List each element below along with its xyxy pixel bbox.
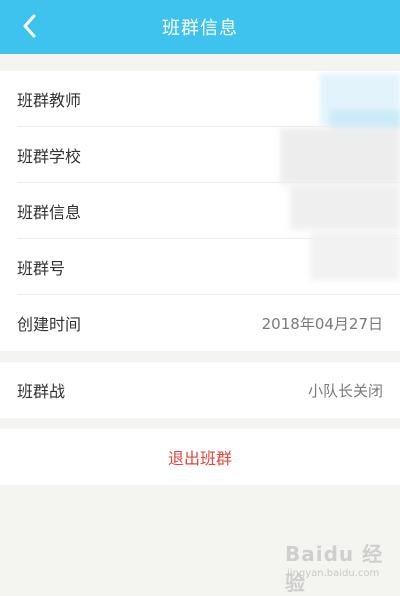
row-value: 2018年04月27日 [261, 314, 383, 333]
info-group: 班群教师 班群学校 班群信息 班群号 创建时间 2018年04月27日 [0, 71, 400, 351]
row-info[interactable]: 班群信息 [0, 183, 400, 239]
row-school[interactable]: 班群学校 [0, 127, 400, 183]
row-label: 创建时间 [17, 315, 82, 334]
exit-group: 退出班群 [0, 429, 400, 485]
row-group-number[interactable]: 班群号 [0, 239, 400, 295]
header-bar: 班群信息 [0, 0, 400, 54]
row-label: 班群信息 [17, 203, 82, 222]
back-button[interactable] [14, 11, 44, 41]
row-label: 班群学校 [17, 147, 82, 166]
exit-label: 退出班群 [167, 449, 232, 468]
row-label: 班群教师 [17, 91, 82, 110]
chevron-left-icon [23, 14, 36, 38]
row-value: 小队长关闭 [307, 381, 383, 400]
watermark-logo: Baidu 经验 [285, 542, 384, 595]
page-title: 班群信息 [162, 18, 238, 39]
watermark: Baidu 经验 jingyan.baidu.com [285, 538, 395, 595]
row-created-time: 创建时间 2018年04月27日 [0, 295, 400, 351]
battle-group: 班群战 小队长关闭 [0, 362, 400, 418]
exit-group-button[interactable]: 退出班群 [0, 429, 400, 485]
row-teacher[interactable]: 班群教师 [0, 71, 400, 127]
row-label: 班群号 [17, 259, 66, 278]
row-label: 班群战 [17, 382, 66, 401]
row-battle[interactable]: 班群战 小队长关闭 [0, 362, 400, 418]
watermark-url: jingyan.baidu.com [287, 568, 380, 579]
